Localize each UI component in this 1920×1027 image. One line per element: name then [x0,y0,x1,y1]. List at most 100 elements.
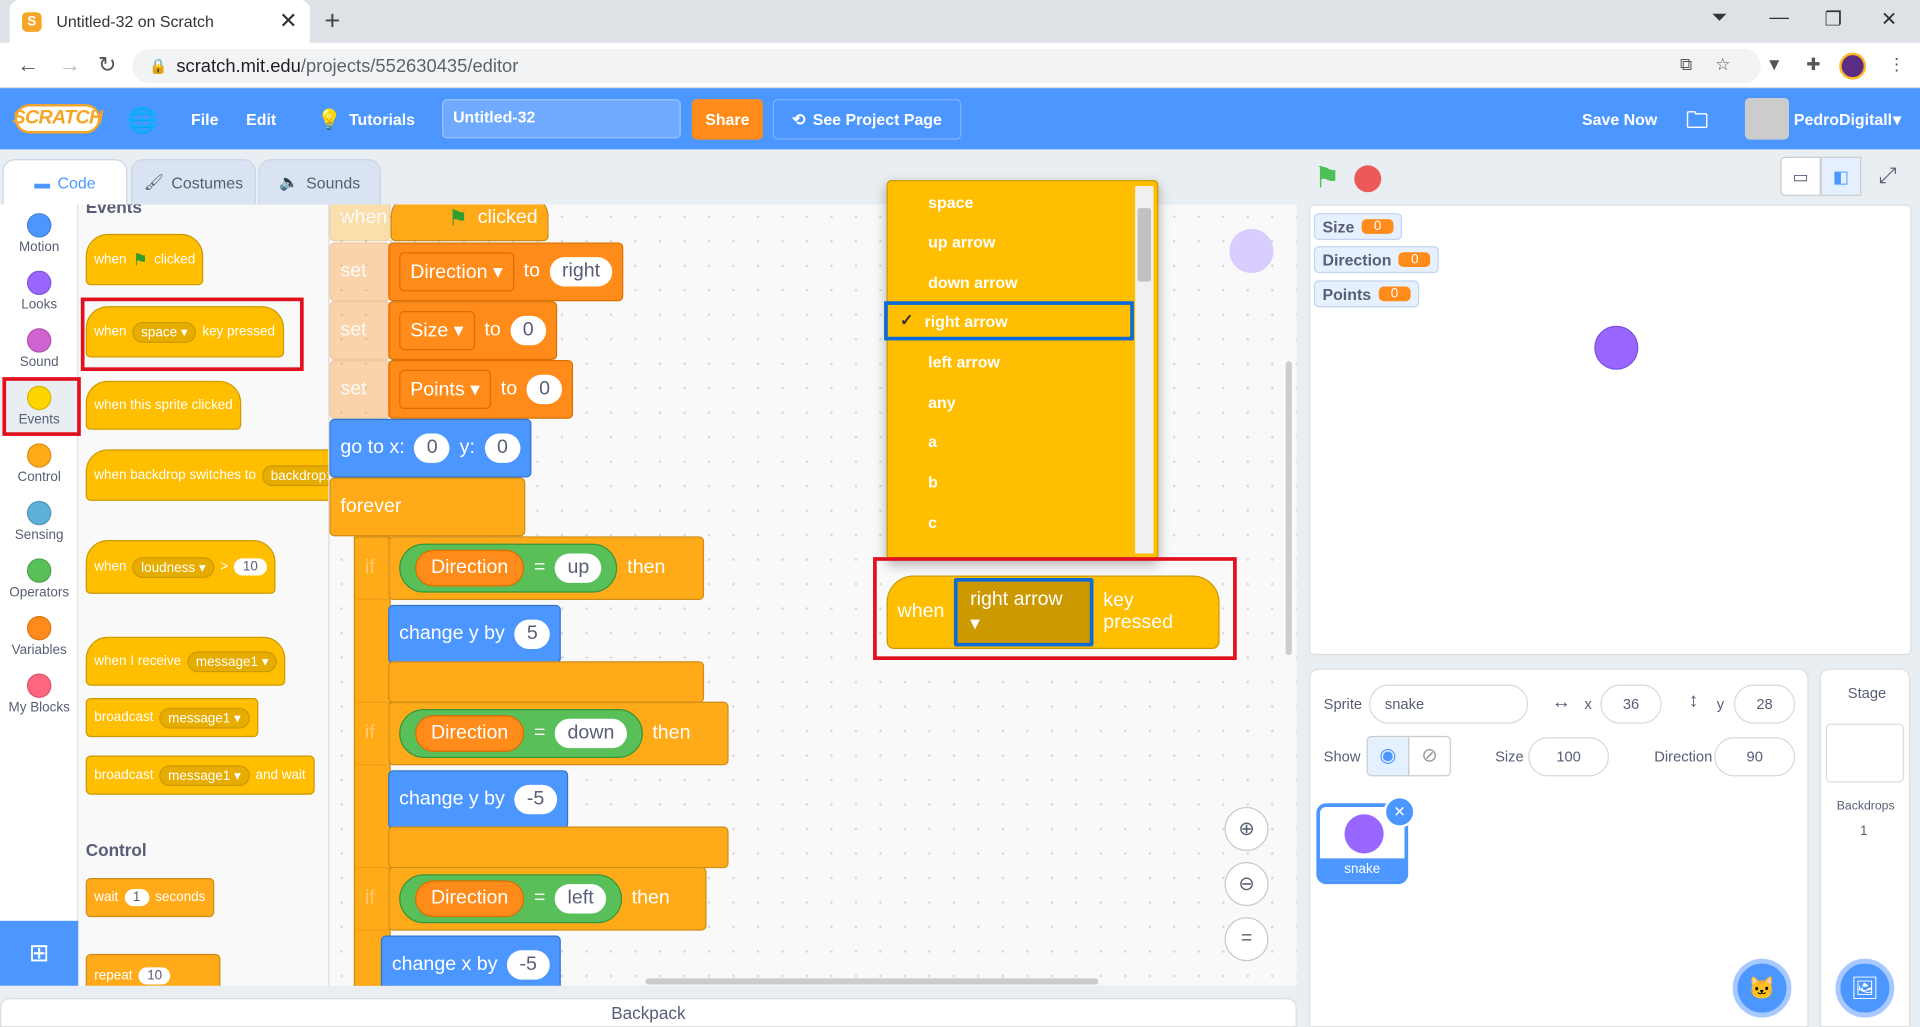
direction-reporter[interactable]: Direction [415,880,525,918]
compare-input[interactable]: up [555,553,602,583]
variable-dropdown[interactable]: Size ▾ [399,311,475,351]
direction-reporter[interactable]: Direction [415,715,525,752]
category-sensing[interactable]: Sensing [0,492,78,550]
browser-tab[interactable]: S Untitled-32 on Scratch ✕ [9,0,310,43]
dropdown-scrollbar[interactable] [1135,186,1154,554]
add-backdrop-image-icon[interactable]: 🖼 [1835,958,1895,1018]
value-input[interactable]: 0 [526,374,563,405]
message-dropdown[interactable]: message1 ▾ [159,707,250,728]
y-input[interactable]: 28 [1733,684,1796,724]
back-icon[interactable]: ← [17,53,39,79]
dropdown-option[interactable]: space [888,182,1138,221]
repeat-count-input[interactable]: 10 [138,967,171,985]
close-window-icon[interactable]: ✕ [1881,7,1897,31]
palette-when-flag-clicked[interactable]: when ⚑ clicked [85,233,204,286]
normal-stage-icon[interactable]: ◧ [1820,156,1862,196]
profile-dropdown-icon[interactable]: ⏷ [1712,7,1728,29]
small-stage-icon[interactable]: ▭ [1780,156,1821,196]
message-dropdown[interactable]: message1 ▾ [187,650,278,672]
backpack-header[interactable]: Backpack [0,997,1297,1027]
stop-sign-icon[interactable] [1354,165,1382,193]
equals-operator[interactable]: Direction = left [399,874,622,924]
value-input[interactable]: 0 [510,315,546,346]
palette-when-backdrop-switches[interactable]: when backdrop switches to backdrop1 ▾ [85,449,329,501]
dropdown-option[interactable]: left arrow [888,342,1138,381]
tab-costumes[interactable]: 🖌 Costumes [131,159,256,206]
direction-reporter[interactable]: Direction [415,549,525,587]
show-eye-icon[interactable]: ◉ [1366,735,1410,777]
snake-sprite[interactable] [1594,325,1639,370]
direction-input[interactable]: 90 [1714,737,1796,777]
category-control[interactable]: Control [0,435,78,493]
translate-icon[interactable]: ⧉ [1675,54,1697,76]
username-label[interactable]: PedroDigitall [1794,110,1892,128]
minimize-icon[interactable]: — [1769,7,1789,29]
dropdown-option[interactable]: c [888,502,1138,541]
reload-icon[interactable]: ↻ [98,53,116,79]
sprite-name-input[interactable]: snake [1368,684,1529,724]
script-when-flag-clicked[interactable]: ⚑ clicked [390,204,549,242]
script-if-left[interactable]: Direction = left then [388,866,707,931]
menu-edit[interactable]: Edit [246,110,276,128]
message-dropdown[interactable]: message1 ▾ [159,764,250,786]
extension-icon[interactable]: ▼ [1763,54,1785,76]
palette-broadcast[interactable]: broadcast message1 ▾ [85,697,258,738]
equals-operator[interactable]: Direction = down [399,708,643,758]
zoom-reset-icon[interactable]: = [1224,917,1269,962]
stage[interactable]: Size 0 Direction 0 Points 0 [1308,204,1912,656]
account-chevron-down-icon[interactable]: ▾ [1893,110,1901,130]
category-operators[interactable]: Operators [0,550,78,608]
restore-icon[interactable]: ❐ [1825,7,1843,31]
user-avatar[interactable] [1744,97,1789,140]
category-sound[interactable]: Sound [0,320,78,378]
palette-repeat[interactable]: repeat 10 [85,953,221,986]
compare-input[interactable]: left [555,884,606,914]
palette-when-loudness[interactable]: when loudness ▾ > 10 [85,540,276,594]
value-input[interactable]: -5 [507,950,550,980]
bookmark-star-icon[interactable]: ☆ [1712,54,1734,76]
palette-wait-seconds[interactable]: wait 1 seconds [85,877,214,918]
size-input[interactable]: 100 [1528,737,1609,777]
zoom-out-icon[interactable]: ⊖ [1224,862,1269,907]
horizontal-scrollbar[interactable] [645,978,1099,985]
fullscreen-icon[interactable]: ⤢ [1867,157,1907,196]
dropdown-option-selected[interactable]: ✓ right arrow [884,301,1134,341]
menu-file[interactable]: File [191,110,218,128]
dropdown-scroll-thumb[interactable] [1137,208,1152,282]
dropdown-option[interactable]: a [888,421,1138,460]
x-input[interactable]: 0 [414,433,450,463]
script-set-size[interactable]: Size ▾ to 0 [388,301,557,361]
delete-sprite-trash-icon[interactable]: ✕ [1383,795,1416,828]
dropdown-option[interactable]: b [888,462,1138,501]
browser-menu-icon[interactable]: ⋮ [1886,54,1908,76]
tab-sounds[interactable]: 🔈 Sounds [258,159,381,206]
script-forever[interactable]: forever [329,477,526,537]
script-set-points[interactable]: Points ▾ to 0 [388,360,574,419]
close-tab-icon[interactable]: ✕ [279,9,297,35]
backdrop-dropdown[interactable]: backdrop1 ▾ [262,464,329,486]
puzzle-extensions-icon[interactable]: ✚ [1802,54,1824,76]
y-input[interactable]: 0 [484,433,521,463]
my-stuff-folder-icon[interactable]: 🗀 [1686,105,1708,142]
dropdown-option[interactable]: down arrow [888,262,1138,301]
x-input[interactable]: 36 [1600,684,1662,724]
variable-dropdown[interactable]: Direction ▾ [399,252,514,292]
add-extension-button[interactable]: ⊞ [0,920,79,986]
equals-operator[interactable]: Direction = up [399,543,618,593]
tab-code[interactable]: ▬ Code [2,159,128,206]
script-change-y-up[interactable]: change y by 5 [388,604,562,664]
language-globe-icon[interactable]: 🌐 [127,105,157,136]
value-input[interactable]: right [549,257,613,287]
url-input[interactable]: 🔒 scratch.mit.edu/projects/552630435/edi… [132,48,1761,84]
zoom-in-icon[interactable]: ⊕ [1224,806,1269,852]
palette-broadcast-and-wait[interactable]: broadcast message1 ▾ and wait [85,755,315,795]
script-go-to-xy[interactable]: go to x: 0 y: 0 [329,418,532,478]
stage-backdrop-thumbnail[interactable] [1825,723,1905,783]
dropdown-option[interactable]: up arrow [888,222,1138,261]
green-flag-icon[interactable]: ⚑ [1314,160,1340,196]
add-sprite-cat-icon[interactable]: 🐱 [1732,958,1792,1018]
category-variables[interactable]: Variables [0,607,78,665]
project-title-input[interactable]: Untitled-32 [442,99,681,139]
variable-dropdown[interactable]: Points ▾ [399,369,491,409]
profile-avatar[interactable] [1839,52,1867,80]
